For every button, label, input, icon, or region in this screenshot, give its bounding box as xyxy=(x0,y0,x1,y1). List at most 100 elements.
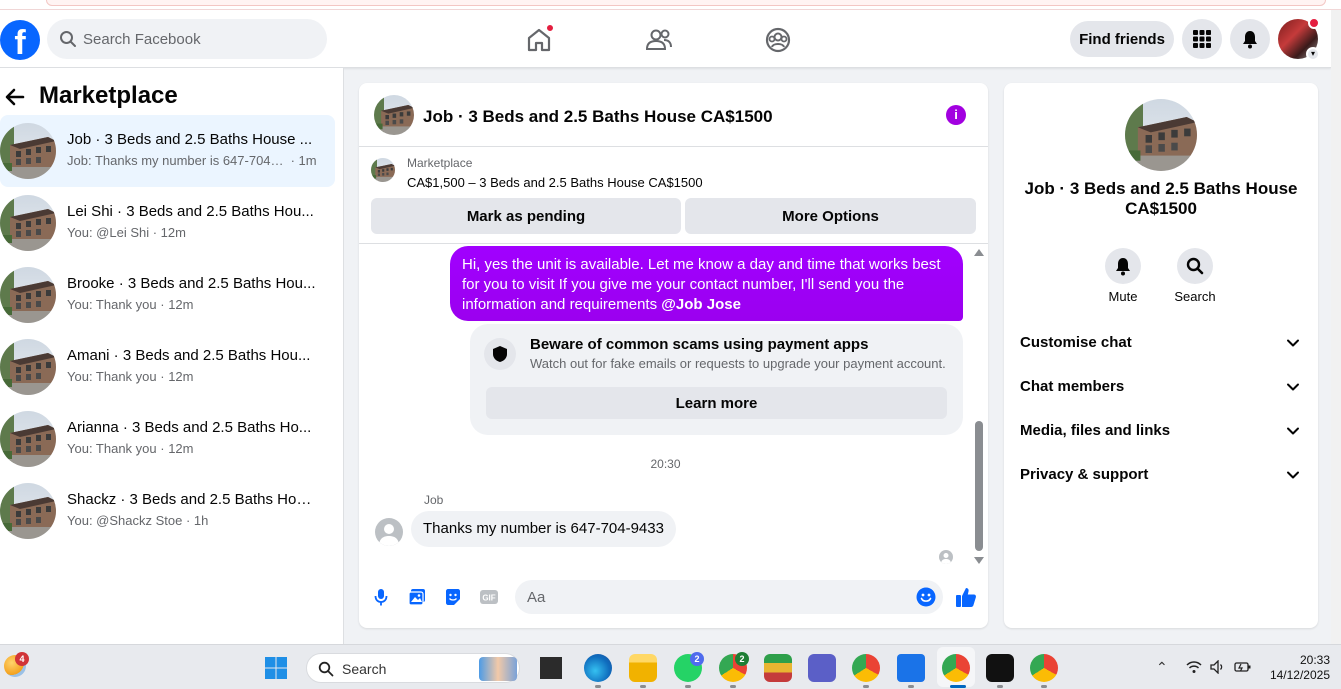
notepad-icon[interactable] xyxy=(897,654,925,682)
back-arrow-icon[interactable] xyxy=(4,86,26,108)
section-label: Customise chat xyxy=(1020,334,1132,351)
friends-icon[interactable] xyxy=(643,24,675,56)
outgoing-message[interactable]: Hi, yes the unit is available. Let me kn… xyxy=(450,246,963,321)
conversation-item[interactable]: Job · 3 Beds and 2.5 Baths House ... Job… xyxy=(0,115,335,187)
conversation-item[interactable]: Shackz · 3 Beds and 2.5 Baths Hou... You… xyxy=(0,475,335,547)
notifications-button[interactable] xyxy=(1230,19,1270,59)
find-friends-button[interactable]: Find friends xyxy=(1070,21,1174,57)
weather-badge: 4 xyxy=(15,652,29,666)
profile-notification-dot xyxy=(1308,17,1320,29)
app-running-indicator xyxy=(730,685,736,688)
svg-text:GIF: GIF xyxy=(482,594,495,603)
home-icon[interactable] xyxy=(523,24,555,56)
task-view-icon[interactable] xyxy=(537,654,565,682)
conversation-item[interactable]: Amani · 3 Beds and 2.5 Baths Hou... You:… xyxy=(0,331,335,403)
listing-thumbnail[interactable] xyxy=(371,158,395,182)
mark-as-pending-button[interactable]: Mark as pending xyxy=(371,198,681,234)
conversation-title: Arianna · 3 Beds and 2.5 Baths Ho... xyxy=(67,419,312,436)
chat-title[interactable]: Job · 3 Beds and 2.5 Baths House CA$1500 xyxy=(423,107,773,127)
chevron-up-icon[interactable]: ⌃ xyxy=(1156,659,1168,676)
chat-header: Job · 3 Beds and 2.5 Baths House CA$1500… xyxy=(359,83,988,147)
bell-icon xyxy=(1243,31,1257,49)
search-input[interactable] xyxy=(83,19,313,59)
scrollbar-thumb[interactable] xyxy=(975,421,983,551)
listing-thumbnail xyxy=(0,339,56,395)
app-running-indicator xyxy=(1041,685,1047,688)
chrome-profile-icon[interactable] xyxy=(852,654,880,682)
photo-icon[interactable] xyxy=(407,587,427,607)
conversation-item[interactable]: Arianna · 3 Beds and 2.5 Baths Ho... You… xyxy=(0,403,335,475)
windows-start-icon[interactable] xyxy=(264,656,288,680)
thumbs-up-icon[interactable] xyxy=(955,586,977,608)
more-options-button[interactable]: More Options xyxy=(685,198,976,234)
chrome-other-profile-icon[interactable] xyxy=(1030,654,1058,682)
chevron-down-icon xyxy=(1287,383,1299,391)
volume-icon[interactable] xyxy=(1210,660,1226,674)
groups-icon[interactable] xyxy=(762,24,794,56)
app-running-indicator xyxy=(685,685,691,688)
listing-label: Marketplace xyxy=(407,156,473,170)
facebook-logo-icon[interactable]: f xyxy=(0,20,40,60)
stack-app-icon[interactable] xyxy=(764,654,792,682)
taskbar-search[interactable]: Search xyxy=(306,653,520,683)
listing-thumbnail xyxy=(0,123,56,179)
chat-members-section[interactable]: Chat members xyxy=(1012,366,1310,410)
gif-icon[interactable]: GIF xyxy=(479,587,499,607)
conversation-title: Job · 3 Beds and 2.5 Baths House ... xyxy=(67,131,313,148)
conversation-title: Amani · 3 Beds and 2.5 Baths Hou... xyxy=(67,347,311,364)
message-input[interactable] xyxy=(515,580,943,614)
privacy-support-section[interactable]: Privacy & support xyxy=(1012,454,1310,498)
incoming-message[interactable]: Thanks my number is 647-704-9433 xyxy=(411,511,676,547)
scroll-down-arrow-icon[interactable] xyxy=(974,557,984,564)
clock-time: 20:33 xyxy=(1299,653,1330,667)
wifi-icon[interactable] xyxy=(1186,660,1202,674)
chat-panel: Job · 3 Beds and 2.5 Baths House CA$1500… xyxy=(359,83,988,628)
listing-bar: Marketplace CA$1,500 – 3 Beds and 2.5 Ba… xyxy=(359,148,988,244)
conversation-item[interactable]: Lei Shi · 3 Beds and 2.5 Baths Hou... Yo… xyxy=(0,187,335,259)
warning-text: Watch out for fake emails or requests to… xyxy=(530,356,946,371)
mute-button[interactable]: Mute xyxy=(1093,248,1153,304)
chat-info-avatar[interactable] xyxy=(1125,99,1197,171)
search-in-chat-button[interactable]: Search xyxy=(1165,248,1225,304)
conversation-item[interactable]: Brooke · 3 Beds and 2.5 Baths Hou... You… xyxy=(0,259,335,331)
grid-icon xyxy=(1193,30,1211,48)
system-clock[interactable]: 20:33 14/12/2025 xyxy=(1262,653,1330,683)
learn-more-button[interactable]: Learn more xyxy=(486,387,947,419)
profile-avatar[interactable]: ▾ xyxy=(1278,17,1320,61)
bell-icon xyxy=(1105,248,1141,284)
capcut-icon[interactable] xyxy=(986,654,1014,682)
message-area: Hi, yes the unit is available. Let me kn… xyxy=(359,245,988,570)
media-files-links-section[interactable]: Media, files and links xyxy=(1012,410,1310,454)
microphone-icon[interactable] xyxy=(371,587,391,607)
page-scrollbar[interactable] xyxy=(1331,10,1341,644)
app-running-indicator xyxy=(863,685,869,688)
chrome-active-icon[interactable] xyxy=(942,654,970,682)
sender-avatar[interactable] xyxy=(375,518,403,546)
search-icon xyxy=(60,31,76,47)
conversation-preview: You: Thank you · 12m xyxy=(67,297,194,312)
menu-grid-button[interactable] xyxy=(1182,19,1222,59)
chevron-down-icon xyxy=(1287,427,1299,435)
info-icon[interactable]: i xyxy=(946,105,966,125)
scam-warning-card: Beware of common scams using payment app… xyxy=(470,324,963,435)
conversation-list: Job · 3 Beds and 2.5 Baths House ... Job… xyxy=(0,115,344,547)
customise-chat-section[interactable]: Customise chat xyxy=(1012,322,1310,366)
listing-price[interactable]: CA$1,500 – 3 Beds and 2.5 Baths House CA… xyxy=(407,175,703,190)
app-running-indicator xyxy=(640,685,646,688)
emoji-icon[interactable] xyxy=(916,587,936,607)
search-bar[interactable] xyxy=(47,19,327,59)
sticker-icon[interactable] xyxy=(443,587,463,607)
listing-thumbnail xyxy=(0,483,56,539)
mention-link[interactable]: @Job Jose xyxy=(661,296,741,313)
scroll-up-arrow-icon[interactable] xyxy=(974,249,984,256)
teams-icon[interactable] xyxy=(808,654,836,682)
message-timestamp: 20:30 xyxy=(650,457,681,471)
chat-avatar[interactable] xyxy=(374,95,414,135)
battery-icon[interactable] xyxy=(1234,660,1252,674)
chat-scrollbar[interactable] xyxy=(973,245,985,570)
conversation-preview: You: @Shackz Stoe · 1h xyxy=(67,513,209,528)
taskbar-search-label: Search xyxy=(342,661,387,677)
chevron-down-icon xyxy=(1287,339,1299,347)
file-explorer-icon[interactable] xyxy=(629,654,657,682)
edge-browser-icon[interactable] xyxy=(584,654,612,682)
